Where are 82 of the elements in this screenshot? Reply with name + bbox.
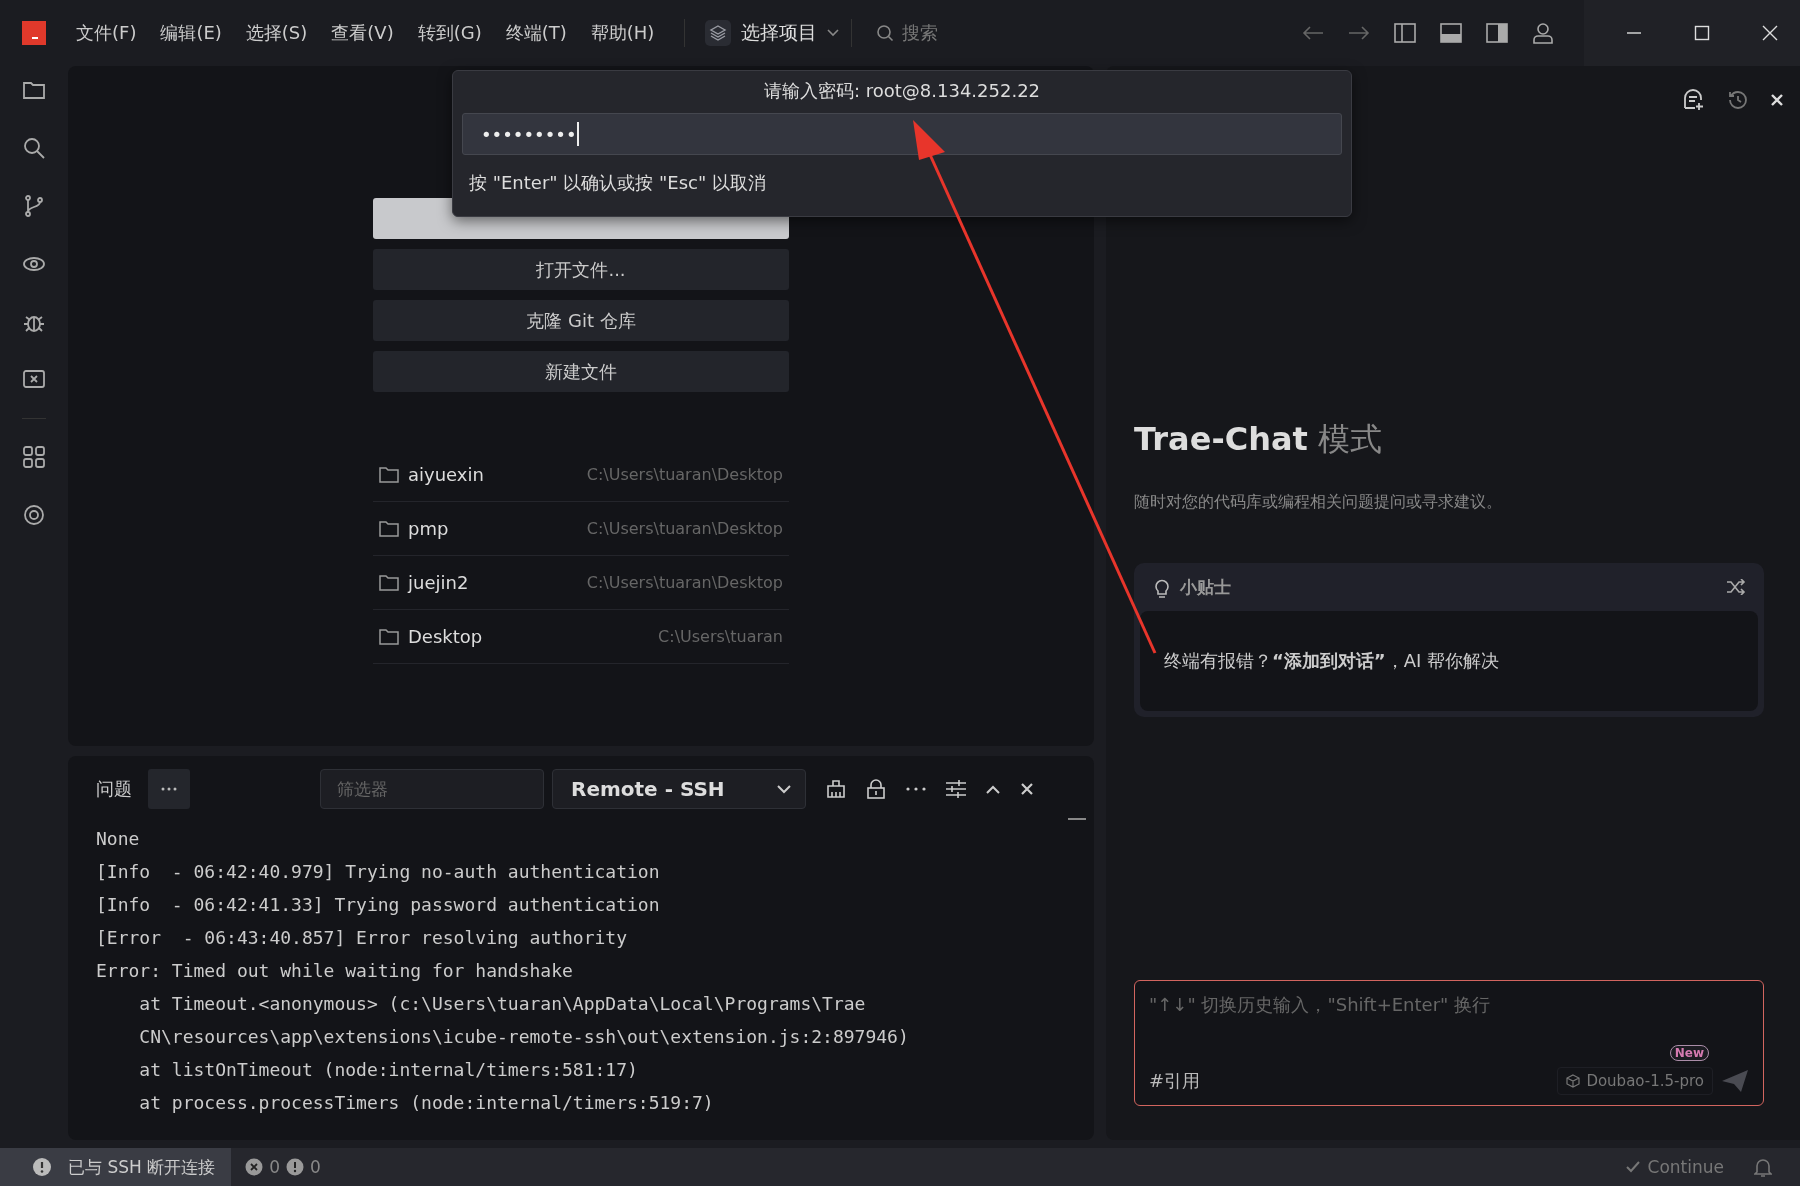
cube-icon <box>1566 1074 1581 1088</box>
folder-icon <box>379 466 399 483</box>
dialog-hint: 按 "Enter" 以确认或按 "Esc" 以取消 <box>468 171 767 195</box>
tip-text: 终端有报错？“添加到对话”，AI 帮你解决 <box>1164 649 1499 673</box>
search-icon <box>876 24 895 42</box>
welcome-action-button[interactable]: 克隆 Git 仓库 <box>373 300 789 341</box>
output-line: at Timeout.<anonymous> (c:\Users\tuaran\AppData\Local\Programs\Trae <box>138 992 867 1016</box>
menu-item[interactable]: 文件(F) <box>76 21 137 45</box>
folder-icon <box>379 628 399 645</box>
folder-icon <box>379 574 399 591</box>
chevron-down-icon <box>777 784 791 794</box>
account-icon[interactable] <box>1532 22 1554 44</box>
alert-icon <box>32 1157 52 1177</box>
bottom-panel-icon[interactable] <box>1440 23 1462 43</box>
search-icon[interactable] <box>22 136 46 160</box>
output-line: Error: Timed out while waiting for handshake <box>96 959 574 983</box>
lock-icon[interactable] <box>866 779 886 799</box>
recent-project-link[interactable]: pmp <box>408 518 449 539</box>
problems-tab[interactable]: 问题 <box>96 777 132 801</box>
output-line: [Info - 06:42:40.979] Trying no-auth authentication <box>96 860 661 884</box>
menu-item[interactable]: 终端(T) <box>505 21 567 45</box>
password-field[interactable]: ••••••••• <box>462 113 1342 155</box>
project-picker[interactable]: 选择项目 <box>699 20 846 46</box>
welcome-action-button[interactable]: 打开文件... <box>373 249 789 290</box>
filter-field[interactable]: 筛选器 <box>320 769 544 809</box>
right-panel-icon[interactable] <box>1486 23 1508 43</box>
recent-project-link[interactable]: juejin2 <box>408 572 469 593</box>
chat-subtitle: 随时对您的代码库或编程相关问题提问或寻求建议。 <box>1134 492 1503 513</box>
output-line: at listOnTimeout (node:internal/timers:581:17) <box>138 1058 639 1082</box>
chevron-up-icon[interactable] <box>986 784 1000 794</box>
check-icon <box>1625 1161 1640 1173</box>
sliders-icon[interactable] <box>946 780 966 798</box>
shuffle-icon[interactable] <box>1726 579 1746 595</box>
reference-button[interactable]: #引用 <box>1149 1069 1201 1093</box>
new-chat-icon[interactable] <box>1682 88 1706 112</box>
warning-count[interactable]: 0 <box>310 1157 321 1177</box>
recent-project-path: C:\Users\tuaran\Desktop <box>586 465 784 484</box>
output-line: None <box>96 827 141 851</box>
layers-icon <box>705 20 732 46</box>
history-icon[interactable] <box>1726 88 1750 112</box>
grid-icon[interactable] <box>22 445 46 469</box>
close-icon[interactable] <box>1770 93 1784 107</box>
new-badge: New <box>1669 1045 1709 1061</box>
app-logo-icon <box>22 21 46 45</box>
output-line: at process.processTimers (node:internal/timers:519:7) <box>138 1091 715 1115</box>
branch-icon[interactable] <box>22 194 46 218</box>
more-icon[interactable] <box>906 787 926 791</box>
recent-project-path: C:\Users\tuaran <box>658 627 784 646</box>
output-line: [Info - 06:42:41.33] Trying password authentication <box>96 893 661 917</box>
chat-title: Trae-Chat <box>1134 420 1308 458</box>
left-panel-icon[interactable] <box>1394 23 1416 43</box>
dialog-title: 请输入密码: root@8.134.252.22 <box>762 79 1042 103</box>
recent-project-link[interactable]: Desktop <box>408 626 483 647</box>
output-channel-dropdown[interactable]: Remote - SSH <box>552 769 806 809</box>
recent-project-path: C:\Users\tuaran\Desktop <box>586 573 784 592</box>
menu-item[interactable]: 编辑(E) <box>160 21 222 45</box>
chat-mode-label: 模式 <box>1317 419 1382 460</box>
welcome-action-button[interactable]: 新建文件 <box>373 351 789 392</box>
bell-icon[interactable] <box>1754 1157 1772 1177</box>
tip-label: 小贴士 <box>1180 575 1231 599</box>
output-line: CN\resources\app\extensions\icube-remote-ssh\out\extension.js:2:897946) <box>138 1025 910 1049</box>
forward-arrow-icon[interactable] <box>1348 26 1370 40</box>
warning-icon <box>286 1158 304 1176</box>
close-icon[interactable] <box>1020 782 1034 796</box>
chevron-down-icon <box>827 29 840 37</box>
folder-icon <box>379 520 399 537</box>
error-icon <box>245 1158 264 1176</box>
menu-item[interactable]: 转到(G) <box>417 21 482 45</box>
model-picker[interactable]: Doubao-1.5-pro <box>1557 1067 1713 1095</box>
menu-item[interactable]: 选择(S) <box>245 21 308 45</box>
ellipsis-icon <box>161 787 177 791</box>
menu-item[interactable]: 查看(V) <box>331 21 394 45</box>
back-arrow-icon[interactable] <box>1302 26 1324 40</box>
recent-project-link[interactable]: aiyuexin <box>408 464 484 485</box>
search-field[interactable]: 搜索 <box>876 21 1177 45</box>
connection-status[interactable]: 已与 SSH 断开连接 <box>0 1148 232 1186</box>
recent-project-path: C:\Users\tuaran\Desktop <box>586 519 784 538</box>
maximize-icon[interactable] <box>1694 25 1710 41</box>
error-count[interactable]: 0 <box>269 1157 280 1177</box>
menu-item[interactable]: 帮助(H) <box>590 21 655 45</box>
close-icon[interactable] <box>1762 25 1778 41</box>
output-line: [Error - 06:43:40.857] Error resolving authority <box>96 926 628 950</box>
